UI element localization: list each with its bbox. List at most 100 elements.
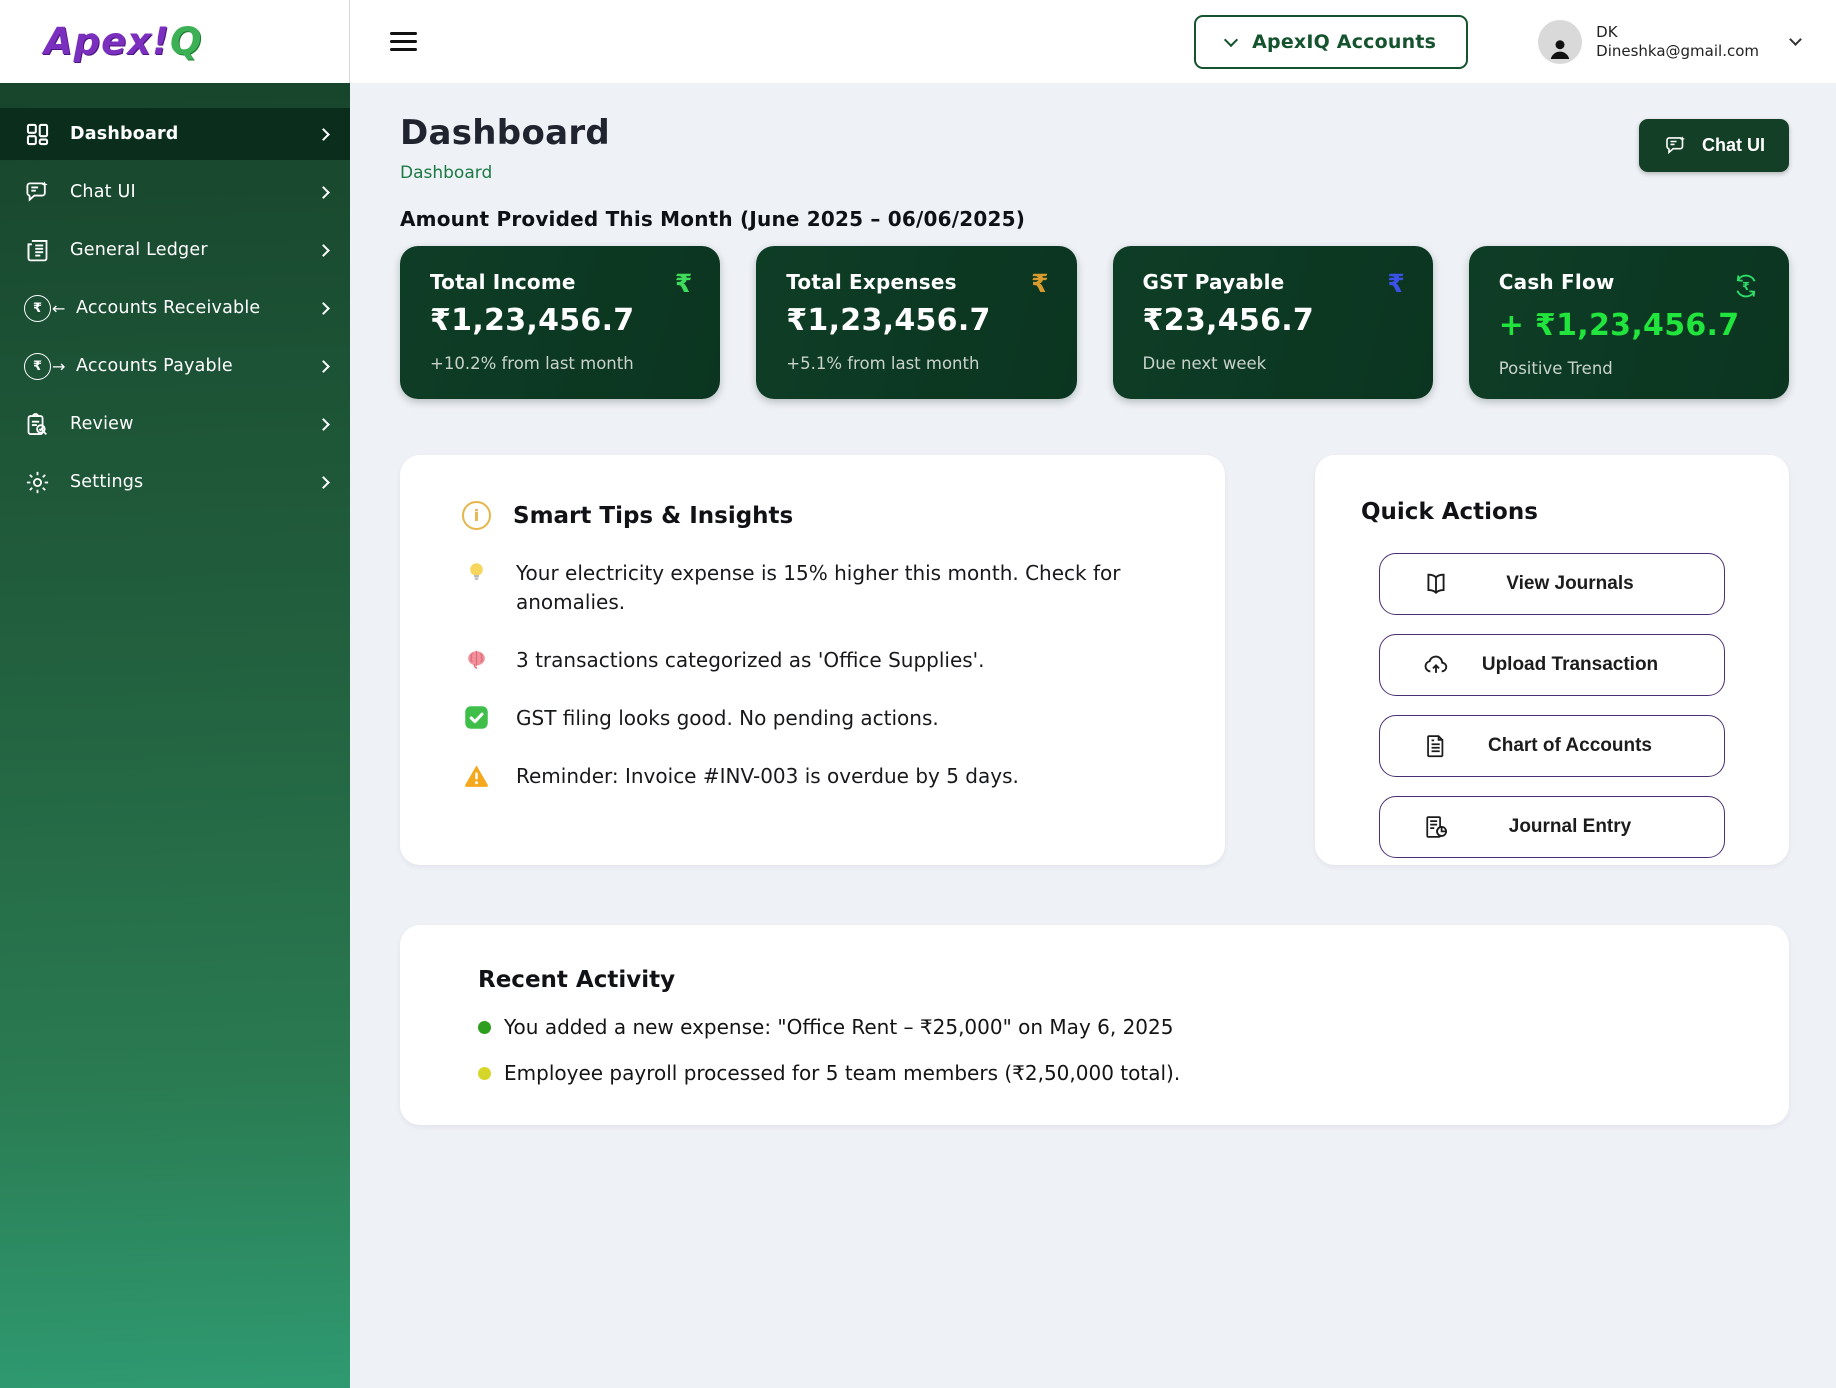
rupee-icon: ₹ [1031,271,1048,296]
info-icon: i [462,501,491,530]
gear-icon [24,469,64,496]
rupee-arrow-left-icon: ₹ ← [24,295,70,322]
journal-entry-icon [1422,813,1450,841]
page-header: Dashboard Dashboard Chat UI [400,113,1789,183]
activity-dot [478,1067,491,1080]
cloud-upload-icon [1422,651,1450,679]
chat-sparkle-icon [24,179,64,206]
tip-text: Your electricity expense is 15% higher t… [516,559,1136,617]
main-area: ApexIQ Accounts DK Dineshka@gmail.com Da… [350,0,1836,1388]
accounts-dropdown[interactable]: ApexIQ Accounts [1194,15,1468,69]
avatar [1538,20,1582,64]
chevron-right-icon [317,128,330,141]
bulb-icon [462,559,490,586]
user-email: Dineshka@gmail.com [1596,42,1759,61]
sidebar-item-label: Accounts Receivable [76,298,319,318]
stat-card-value: + ₹1,23,456.7 [1499,308,1761,343]
stat-card-title: Total Income [430,270,576,294]
stats-section-title: Amount Provided This Month (June 2025 – … [400,207,1789,231]
stat-card-value: ₹1,23,456.7 [430,303,692,338]
topbar: ApexIQ Accounts DK Dineshka@gmail.com [350,0,1836,83]
sidebar-item-label: General Ledger [70,240,319,260]
sidebar: Apex!Q Dashboard [0,0,350,1388]
stat-card-value: ₹1,23,456.7 [786,303,1048,338]
user-info: DK Dineshka@gmail.com [1596,23,1759,61]
tip-item: Your electricity expense is 15% higher t… [462,559,1171,617]
smart-tips-panel: i Smart Tips & Insights Your electricity… [400,455,1225,865]
recent-activity-panel: Recent Activity You added a new expense:… [400,925,1789,1125]
stat-card-title: Total Expenses [786,270,956,294]
chat-sparkle-icon [1663,134,1689,158]
journal-entry-button[interactable]: Journal Entry [1379,796,1725,858]
sidebar-item-settings[interactable]: Settings [0,456,350,508]
middle-row: i Smart Tips & Insights Your electricity… [400,455,1789,865]
ledger-icon [24,237,64,264]
chevron-down-icon [1789,33,1802,46]
tip-item: Reminder: Invoice #INV-003 is overdue by… [462,762,1171,791]
chevron-right-icon [317,360,330,373]
activity-item: You added a new expense: "Office Rent – … [478,1015,1749,1039]
stat-card-gst-payable: GST Payable ₹ ₹23,456.7 Due next week [1113,246,1433,399]
chat-ui-button-label: Chat UI [1702,135,1765,156]
tip-text: GST filing looks good. No pending action… [516,704,939,733]
content: Dashboard Dashboard Chat UI Amount Provi… [350,83,1836,1388]
activity-item: Employee payroll processed for 5 team me… [478,1061,1749,1085]
chevron-right-icon [317,244,330,257]
sidebar-nav: Dashboard Chat UI [0,108,350,514]
view-journals-button[interactable]: View Journals [1379,553,1725,615]
sidebar-item-label: Accounts Payable [76,356,319,376]
chevron-right-icon [317,418,330,431]
sidebar-item-accounts-payable[interactable]: ₹ → Accounts Payable [0,340,350,392]
breadcrumb[interactable]: Dashboard [400,163,610,183]
rupee-icon: ₹ [1387,271,1404,296]
stat-cards: Total Income ₹ ₹1,23,456.7 +10.2% from l… [400,246,1789,399]
stat-card-note: Positive Trend [1499,359,1761,378]
warning-icon [462,762,490,789]
activity-text: You added a new expense: "Office Rent – … [504,1015,1173,1039]
clipboard-search-icon [24,411,64,438]
hamburger-menu-icon[interactable] [390,32,417,51]
stat-card-note: +5.1% from last month [786,354,1048,373]
logo-text: Apex!Q [44,20,202,63]
rupee-icon: ₹ [675,271,692,296]
document-icon [1422,732,1450,760]
tip-item: GST filing looks good. No pending action… [462,704,1171,733]
quick-actions-title: Quick Actions [1361,499,1789,525]
activity-dot [478,1021,491,1034]
sidebar-item-label: Dashboard [70,124,319,144]
book-icon [1422,570,1450,598]
quick-action-label: Chart of Accounts [1450,735,1704,757]
sidebar-item-label: Chat UI [70,182,319,202]
sidebar-item-chat-ui[interactable]: Chat UI [0,166,350,218]
user-menu[interactable]: DK Dineshka@gmail.com [1538,20,1800,64]
chevron-right-icon [317,302,330,315]
rupee-arrow-right-icon: ₹ → [24,353,70,380]
quick-action-label: Journal Entry [1450,816,1704,838]
chart-of-accounts-button[interactable]: Chart of Accounts [1379,715,1725,777]
upload-transaction-button[interactable]: Upload Transaction [1379,634,1725,696]
quick-action-label: View Journals [1450,573,1704,595]
sidebar-item-general-ledger[interactable]: General Ledger [0,224,350,276]
chevron-right-icon [317,476,330,489]
sidebar-item-label: Review [70,414,319,434]
quick-actions-panel: Quick Actions View Journals [1315,455,1789,865]
sidebar-item-dashboard[interactable]: Dashboard [0,108,350,160]
rupee-cycle-icon: ₹ [1731,271,1761,301]
smart-tips-title: Smart Tips & Insights [513,503,793,529]
sidebar-item-review[interactable]: Review [0,398,350,450]
user-initials: DK [1596,23,1759,42]
stat-card-cash-flow: Cash Flow ₹ + ₹1,23,456.7 Positive Trend [1469,246,1789,399]
quick-action-label: Upload Transaction [1450,654,1704,676]
page-title: Dashboard [400,113,610,153]
sidebar-item-accounts-receivable[interactable]: ₹ ← Accounts Receivable [0,282,350,334]
stat-card-value: ₹23,456.7 [1143,303,1405,338]
stat-card-title: GST Payable [1143,270,1285,294]
tip-text: 3 transactions categorized as 'Office Su… [516,646,985,675]
stat-card-title: Cash Flow [1499,270,1615,294]
dashboard-grid-icon [24,121,64,148]
stat-card-total-income: Total Income ₹ ₹1,23,456.7 +10.2% from l… [400,246,720,399]
tip-item: 3 transactions categorized as 'Office Su… [462,646,1171,675]
logo[interactable]: Apex!Q [0,0,350,83]
sidebar-item-label: Settings [70,472,319,492]
chat-ui-button[interactable]: Chat UI [1639,119,1789,172]
